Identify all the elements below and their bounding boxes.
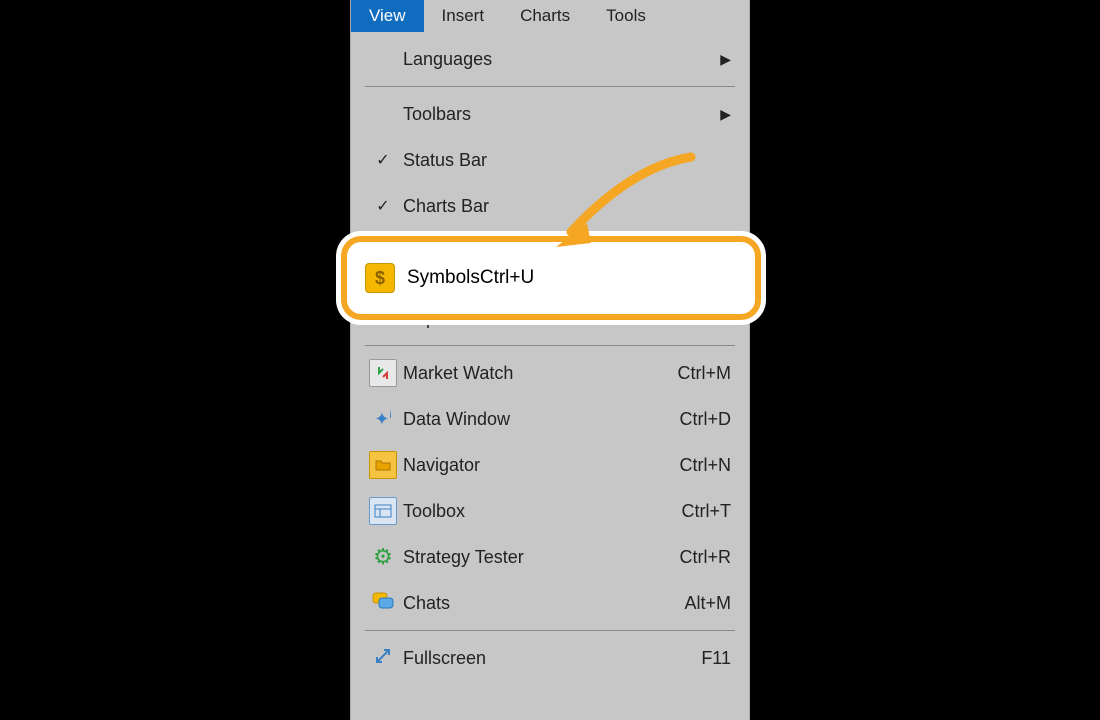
navigator-label: Navigator [401, 455, 679, 476]
menu-charts[interactable]: Charts [502, 0, 588, 32]
menu-insert-label: Insert [442, 6, 485, 26]
blank-icon [365, 99, 401, 129]
view-dropdown: Languages ▶ Toolbars ▶ ✓ Status Bar ✓ Ch… [351, 32, 749, 720]
strategy-tester-label: Strategy Tester [401, 547, 679, 568]
menu-item-data-window[interactable]: ✦i Data Window Ctrl+D [351, 396, 749, 442]
toolbars-label: Toolbars [401, 104, 720, 125]
fullscreen-label: Fullscreen [401, 648, 701, 669]
dollar-icon: $ [365, 263, 395, 293]
menu-item-languages[interactable]: Languages ▶ [351, 36, 749, 82]
status-bar-label: Status Bar [401, 150, 731, 171]
toolbox-shortcut: Ctrl+T [682, 501, 732, 522]
charts-bar-label: Charts Bar [401, 196, 731, 217]
menu-tools[interactable]: Tools [588, 0, 664, 32]
app-panel: View Insert Charts Tools Languages ▶ Too… [350, 0, 750, 720]
menu-item-toolbox[interactable]: Toolbox Ctrl+T [351, 488, 749, 534]
menu-item-navigator[interactable]: Navigator Ctrl+N [351, 442, 749, 488]
menu-item-market-watch[interactable]: Market Watch Ctrl+M [351, 350, 749, 396]
separator [365, 86, 735, 87]
highlight-symbols: $ Symbols Ctrl+U [341, 236, 761, 320]
menu-item-fullscreen[interactable]: Fullscreen F11 [351, 635, 749, 681]
menu-item-chats[interactable]: Chats Alt+M [351, 580, 749, 626]
menu-item-charts-bar[interactable]: ✓ Charts Bar [351, 183, 749, 229]
data-window-label: Data Window [401, 409, 679, 430]
submenu-arrow-icon: ▶ [720, 51, 731, 68]
chat-icon [371, 591, 395, 616]
folder-icon [369, 451, 397, 479]
market-watch-icon [369, 359, 397, 387]
menubar: View Insert Charts Tools [351, 0, 749, 32]
submenu-arrow-icon: ▶ [720, 106, 731, 123]
separator [365, 630, 735, 631]
menu-item-strategy-tester[interactable]: ⚙ Strategy Tester Ctrl+R [351, 534, 749, 580]
menu-item-toolbars[interactable]: Toolbars ▶ [351, 91, 749, 137]
market-watch-shortcut: Ctrl+M [678, 363, 732, 384]
data-window-icon: ✦i [374, 409, 391, 430]
toolbox-label: Toolbox [401, 501, 682, 522]
navigator-shortcut: Ctrl+N [679, 455, 731, 476]
menu-view-label: View [369, 6, 406, 26]
strategy-tester-shortcut: Ctrl+R [679, 547, 731, 568]
gear-icon: ⚙ [373, 544, 393, 570]
check-icon: ✓ [376, 150, 389, 170]
menu-insert[interactable]: Insert [424, 0, 503, 32]
chats-label: Chats [401, 593, 684, 614]
toolbox-icon [369, 497, 397, 525]
menu-item-symbols[interactable]: $ Symbols Ctrl+U [347, 242, 755, 314]
symbols-label: Symbols [407, 267, 480, 289]
symbols-shortcut: Ctrl+U [480, 267, 534, 289]
check-icon: ✓ [376, 196, 389, 216]
fullscreen-shortcut: F11 [701, 648, 731, 669]
market-watch-label: Market Watch [401, 363, 678, 384]
menu-item-status-bar[interactable]: ✓ Status Bar [351, 137, 749, 183]
menu-charts-label: Charts [520, 6, 570, 26]
data-window-shortcut: Ctrl+D [679, 409, 731, 430]
menu-tools-label: Tools [606, 6, 646, 26]
blank-icon [365, 44, 401, 74]
fullscreen-icon [372, 645, 394, 672]
separator [365, 345, 735, 346]
menu-view[interactable]: View [351, 0, 424, 32]
chats-shortcut: Alt+M [684, 593, 731, 614]
languages-label: Languages [401, 49, 720, 70]
